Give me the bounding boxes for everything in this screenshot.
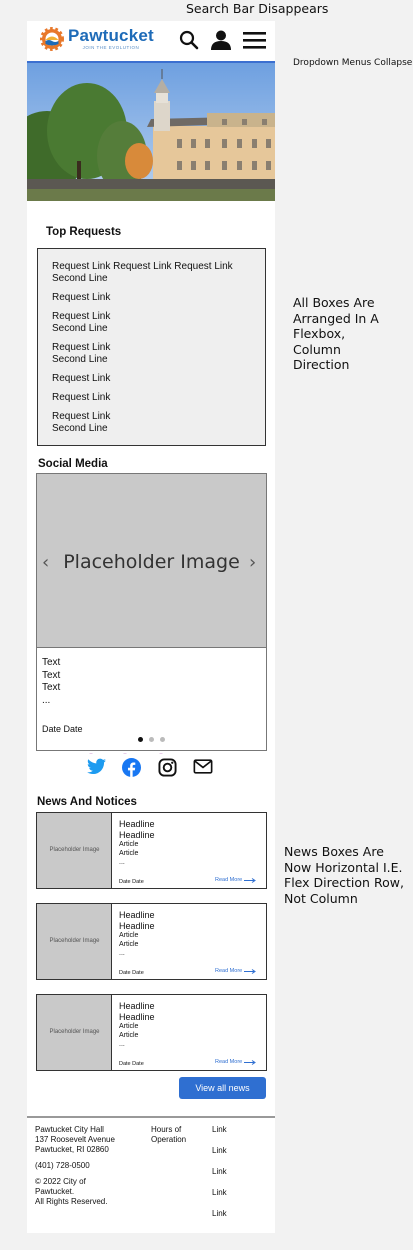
news-date: Date Date xyxy=(119,1061,144,1067)
news-article: Article xyxy=(119,941,139,948)
footer-address-line: Pawtucket, RI 02860 xyxy=(35,1145,109,1154)
news-placeholder-image: Placeholder Image xyxy=(37,904,112,979)
news-item[interactable]: Placeholder Image Headline Headline Arti… xyxy=(36,812,267,889)
news-article: ... xyxy=(119,1041,125,1048)
footer-hours-link[interactable]: Hours of Operation xyxy=(151,1125,211,1145)
news-article: Article xyxy=(119,1023,139,1030)
handle-dots: ··· xyxy=(123,751,127,757)
news-article: Article xyxy=(119,932,139,939)
news-title: News And Notices xyxy=(37,796,137,808)
social-icons-row: ··· ··· ··· xyxy=(87,751,217,780)
news-headline[interactable]: Headline xyxy=(119,910,264,921)
read-more-label: Read More xyxy=(215,968,243,974)
news-headline[interactable]: Headline xyxy=(119,819,264,830)
request-link[interactable]: Request Link Request Link Request Link S… xyxy=(52,261,242,285)
instagram-icon[interactable] xyxy=(158,758,177,777)
footer-copyright: © 2022 City of Pawtucket. xyxy=(35,1177,86,1196)
carousel-dot[interactable] xyxy=(149,737,154,742)
news-image-label: Placeholder Image xyxy=(49,1029,100,1035)
social-text-line: ... xyxy=(42,694,51,706)
news-article: Article xyxy=(119,841,139,848)
request-link[interactable]: Request Link Second Line xyxy=(52,342,122,366)
footer-contact: Pawtucket City Hall 137 Roosevelt Avenue… xyxy=(35,1125,145,1207)
request-link[interactable]: Request Link xyxy=(52,292,242,304)
news-image-label: Placeholder Image xyxy=(49,847,100,853)
footer-link[interactable]: Link xyxy=(212,1146,227,1156)
news-article: Article xyxy=(119,850,139,857)
news-headline[interactable]: Headline xyxy=(119,830,264,841)
logo-tagline: JOIN THE EVOLUTION xyxy=(82,45,140,50)
news-article: ... xyxy=(119,950,125,957)
social-media-title: Social Media xyxy=(38,458,108,470)
social-post-date: Date Date xyxy=(42,724,83,734)
placeholder-image-label: Placeholder Image xyxy=(63,551,240,573)
social-carousel: ‹ Placeholder Image › Text Text Text ...… xyxy=(36,473,267,751)
read-more-link[interactable]: Read More xyxy=(215,1059,257,1065)
top-requests-title: Top Requests xyxy=(46,226,122,238)
top-requests-box: Request Link Request Link Request Link S… xyxy=(37,248,266,446)
request-link[interactable]: Request Link xyxy=(52,373,242,385)
arrow-right-icon xyxy=(244,877,257,883)
annotation-search: Search Bar Disappears xyxy=(186,1,329,16)
news-article: Article xyxy=(119,1032,139,1039)
annotation-news: News Boxes Are Now Horizontal I.E. Flex … xyxy=(284,844,404,906)
social-text-line: Text xyxy=(42,657,61,668)
news-placeholder-image: Placeholder Image xyxy=(37,813,112,888)
site-logo[interactable]: Pawtucket JOIN THE EVOLUTION xyxy=(40,27,154,51)
facebook-icon[interactable] xyxy=(122,758,141,777)
social-post-text: Text Text Text ... xyxy=(42,657,60,707)
mobile-page: Pawtucket JOIN THE EVOLUTION Top Request… xyxy=(27,21,275,1233)
carousel-dot[interactable] xyxy=(138,737,143,742)
news-date: Date Date xyxy=(119,970,144,976)
carousel-dot[interactable] xyxy=(160,737,165,742)
footer-links: Link Link Link Link Link xyxy=(212,1125,227,1230)
user-icon[interactable] xyxy=(210,30,232,50)
read-more-label: Read More xyxy=(215,877,243,883)
news-image-label: Placeholder Image xyxy=(49,938,100,944)
twitter-icon[interactable] xyxy=(87,758,106,775)
footer-copyright: All Rights Reserved. xyxy=(35,1197,108,1206)
request-link[interactable]: Request Link Second Line xyxy=(52,411,122,435)
annotation-dropdown: Dropdown Menus Collapse xyxy=(293,58,413,68)
news-placeholder-image: Placeholder Image xyxy=(37,995,112,1070)
handle-dots: ··· xyxy=(159,751,163,757)
news-headline[interactable]: Headline xyxy=(119,1001,264,1012)
site-header: Pawtucket JOIN THE EVOLUTION xyxy=(27,21,275,61)
social-placeholder-image: ‹ Placeholder Image › xyxy=(37,474,266,648)
news-headline[interactable]: Headline xyxy=(119,921,264,932)
search-icon[interactable] xyxy=(179,30,199,50)
read-more-link[interactable]: Read More xyxy=(215,877,257,883)
footer-link[interactable]: Link xyxy=(212,1188,227,1198)
read-more-link[interactable]: Read More xyxy=(215,968,257,974)
chevron-right-icon[interactable]: › xyxy=(249,552,256,573)
footer-link[interactable]: Link xyxy=(212,1167,227,1177)
footer-phone[interactable]: (401) 728-0500 xyxy=(35,1161,145,1171)
carousel-dots xyxy=(138,737,165,742)
logo-name: Pawtucket xyxy=(68,26,154,45)
footer-address-line: 137 Roosevelt Avenue xyxy=(35,1135,115,1144)
arrow-right-icon xyxy=(244,1059,257,1065)
news-item[interactable]: Placeholder Image Headline Headline Arti… xyxy=(36,994,267,1071)
menu-icon[interactable] xyxy=(243,30,266,50)
social-text-line: Text xyxy=(42,669,61,681)
news-article: ... xyxy=(119,859,125,866)
annotation-flexbox: All Boxes Are Arranged In A Flexbox, Col… xyxy=(293,295,379,372)
request-link[interactable]: Request Link xyxy=(52,392,242,404)
arrow-right-icon xyxy=(244,968,257,974)
view-all-news-button[interactable]: View all news xyxy=(179,1077,266,1099)
social-text-line: Text xyxy=(42,682,61,693)
footer-divider xyxy=(27,1116,275,1118)
read-more-label: Read More xyxy=(215,1059,243,1065)
footer-link[interactable]: Link xyxy=(212,1125,227,1135)
hero-image xyxy=(27,61,275,201)
logo-gear-icon xyxy=(40,27,64,51)
footer-link[interactable]: Link xyxy=(212,1209,227,1219)
handle-dots: ··· xyxy=(89,751,93,757)
news-date: Date Date xyxy=(119,879,144,885)
news-item[interactable]: Placeholder Image Headline Headline Arti… xyxy=(36,903,267,980)
news-headline[interactable]: Headline xyxy=(119,1012,264,1023)
mail-icon[interactable] xyxy=(193,758,213,775)
footer-address-line: Pawtucket City Hall xyxy=(35,1125,104,1134)
request-link[interactable]: Request Link Second Line xyxy=(52,311,122,335)
